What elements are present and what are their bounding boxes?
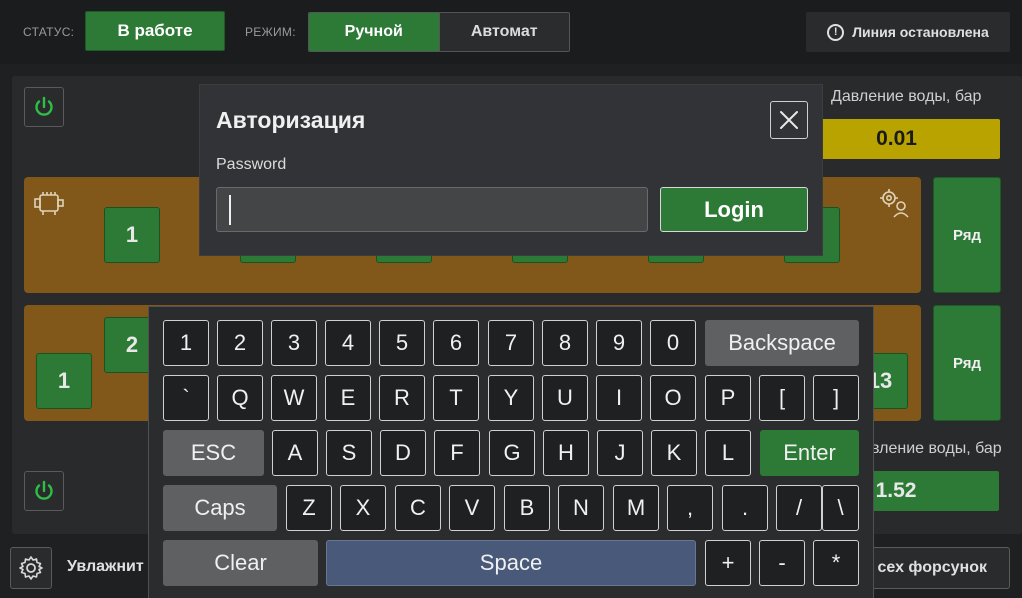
key[interactable]: K xyxy=(651,430,697,476)
key[interactable]: 4 xyxy=(325,320,371,366)
key[interactable]: 6 xyxy=(433,320,479,366)
power-icon xyxy=(35,96,53,116)
water-pressure-label-2: вление воды, бар xyxy=(871,440,1002,457)
key[interactable]: \ xyxy=(822,485,859,531)
virtual-keyboard: 1 2 3 4 5 6 7 8 9 0 Backspace ` Q W E R … xyxy=(148,306,874,598)
backspace-key[interactable]: Backspace xyxy=(705,320,859,366)
key[interactable]: S xyxy=(326,430,372,476)
water-pressure-label-1: Давление воды, бар xyxy=(831,88,982,105)
auth-dialog: Авторизация Password Login xyxy=(199,84,823,256)
all-nozzles-button[interactable]: сех форсунок xyxy=(860,547,1010,589)
key[interactable]: U xyxy=(542,375,588,421)
key[interactable]: A xyxy=(272,430,318,476)
mode-auto-button[interactable]: Автомат xyxy=(439,13,569,51)
worker-gear-icon xyxy=(880,189,909,218)
key[interactable]: Q xyxy=(217,375,263,421)
key[interactable]: C xyxy=(395,485,441,531)
row-button-2[interactable]: Ряд xyxy=(933,305,1001,421)
key[interactable]: Y xyxy=(488,375,534,421)
mode-label: РЕЖИМ: xyxy=(245,25,296,39)
plus-key[interactable]: + xyxy=(705,540,751,586)
nozzle-button[interactable]: 1 xyxy=(36,353,92,409)
esc-key[interactable]: ESC xyxy=(163,430,264,476)
key[interactable]: ` xyxy=(163,375,209,421)
asterisk-key[interactable]: * xyxy=(813,540,859,586)
key[interactable]: W xyxy=(271,375,317,421)
password-label: Password xyxy=(216,156,287,173)
status-button[interactable]: В работе xyxy=(85,11,225,51)
water-pressure-value-1: 0.01 xyxy=(793,119,1000,159)
key[interactable]: X xyxy=(340,485,386,531)
top-bar: СТАТУС: В работе РЕЖИМ: Ручной Автомат !… xyxy=(0,0,1022,64)
alert-circle-icon: ! xyxy=(827,23,845,41)
key[interactable]: R xyxy=(379,375,425,421)
password-input[interactable] xyxy=(216,187,648,232)
dialog-title: Авторизация xyxy=(216,107,366,133)
clear-key[interactable]: Clear xyxy=(163,540,318,586)
mode-toggle: Ручной Автомат xyxy=(308,12,570,52)
key[interactable]: H xyxy=(543,430,589,476)
enter-key[interactable]: Enter xyxy=(760,430,859,476)
key[interactable]: Z xyxy=(286,485,332,531)
nozzle-button[interactable]: 1 xyxy=(104,207,160,263)
row-button-1[interactable]: Ряд xyxy=(933,177,1001,293)
key[interactable]: . xyxy=(722,485,768,531)
close-button[interactable] xyxy=(770,101,808,139)
key[interactable]: B xyxy=(504,485,550,531)
settings-button[interactable] xyxy=(10,547,52,589)
key[interactable]: [ xyxy=(759,375,805,421)
key[interactable]: D xyxy=(380,430,426,476)
power-icon xyxy=(35,480,53,500)
key[interactable]: I xyxy=(596,375,642,421)
key[interactable]: E xyxy=(325,375,371,421)
key[interactable]: M xyxy=(613,485,659,531)
caps-key[interactable]: Caps xyxy=(163,485,277,531)
text-caret xyxy=(229,195,231,225)
key[interactable]: 0 xyxy=(650,320,696,366)
close-icon xyxy=(780,111,798,129)
mode-manual-button[interactable]: Ручной xyxy=(309,13,440,51)
key[interactable]: , xyxy=(667,485,713,531)
key[interactable]: 5 xyxy=(379,320,425,366)
key[interactable]: P xyxy=(705,375,751,421)
login-button[interactable]: Login xyxy=(660,187,808,232)
key[interactable]: G xyxy=(489,430,535,476)
line-status-text: Линия остановлена xyxy=(852,24,989,40)
key[interactable]: J xyxy=(597,430,643,476)
space-key[interactable]: Space xyxy=(326,540,696,586)
key[interactable]: 9 xyxy=(596,320,642,366)
power-button-1[interactable] xyxy=(24,87,64,127)
key[interactable]: ] xyxy=(813,375,859,421)
motor-icon xyxy=(34,192,64,215)
gear-icon xyxy=(19,556,43,580)
key[interactable]: L xyxy=(705,430,751,476)
power-button-2[interactable] xyxy=(24,471,64,511)
line-status-button[interactable]: ! Линия остановлена xyxy=(806,12,1010,52)
key[interactable]: F xyxy=(434,430,480,476)
status-label: СТАТУС: xyxy=(23,25,75,39)
key[interactable]: V xyxy=(449,485,495,531)
key[interactable]: T xyxy=(433,375,479,421)
key[interactable]: N xyxy=(558,485,604,531)
key[interactable]: 2 xyxy=(217,320,263,366)
key[interactable]: 1 xyxy=(163,320,209,366)
minus-key[interactable]: - xyxy=(759,540,805,586)
key[interactable]: 7 xyxy=(488,320,534,366)
humidify-label: Увлажнит xyxy=(67,558,144,575)
key[interactable]: / xyxy=(776,485,822,531)
key[interactable]: O xyxy=(650,375,696,421)
key[interactable]: 3 xyxy=(271,320,317,366)
key[interactable]: 8 xyxy=(542,320,588,366)
